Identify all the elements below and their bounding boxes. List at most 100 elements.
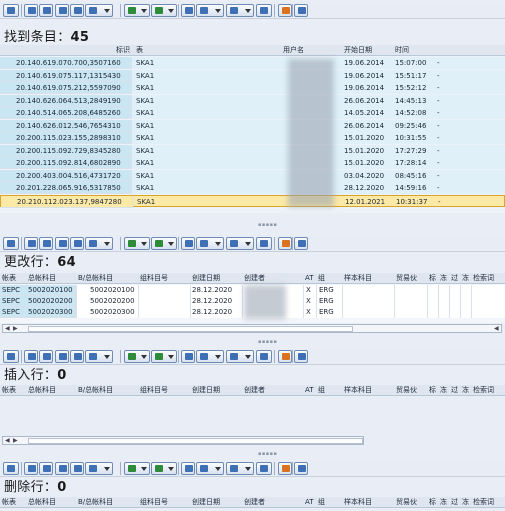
- details-button[interactable]: [3, 4, 19, 17]
- col-header[interactable]: 创建者: [244, 497, 265, 508]
- info-button[interactable]: [294, 237, 308, 250]
- layout-button[interactable]: [226, 350, 254, 363]
- grid-view-button[interactable]: [256, 4, 272, 17]
- col-header[interactable]: 贸易伙: [396, 273, 417, 284]
- scroll-end-icon[interactable]: ◀: [494, 325, 499, 333]
- table-row[interactable]: 20.140.626.012.546,7654310 SKA1 26.06.2014…: [0, 119, 505, 132]
- scroll-left-icon[interactable]: ◀: [5, 325, 10, 333]
- details-button[interactable]: [3, 350, 19, 363]
- export-button[interactable]: [196, 462, 224, 475]
- print-button[interactable]: [181, 350, 195, 363]
- col-header[interactable]: AT: [305, 385, 314, 396]
- col-header[interactable]: 组: [318, 385, 325, 396]
- col-header[interactable]: 过: [451, 385, 458, 396]
- col-header[interactable]: AT: [305, 273, 314, 284]
- find-button[interactable]: [55, 237, 69, 250]
- col-header[interactable]: 检索词: [473, 385, 494, 396]
- col-header[interactable]: 创建日期: [192, 273, 220, 284]
- col-header[interactable]: 组科目号: [140, 497, 168, 508]
- graphic-button[interactable]: [278, 350, 292, 363]
- grid-view-button[interactable]: [256, 237, 272, 250]
- table-row[interactable]: 20.200.115.092.814,6802890 SKA1 15.01.2020…: [0, 157, 505, 169]
- col-header[interactable]: 组: [318, 273, 325, 284]
- col-header[interactable]: 冻: [462, 273, 469, 284]
- scroll-left-icon[interactable]: ◀: [5, 437, 10, 445]
- col-header[interactable]: 创建者: [244, 273, 265, 284]
- splitter-2[interactable]: ▪▪▪▪▪: [0, 339, 505, 345]
- col-header-id[interactable]: 标识: [116, 45, 130, 56]
- layout-button[interactable]: [226, 237, 254, 250]
- filter-button[interactable]: [85, 237, 113, 250]
- col-header[interactable]: 总帐科目: [28, 385, 56, 396]
- sort-ascending-button[interactable]: [24, 4, 38, 17]
- col-header[interactable]: AT: [305, 497, 314, 508]
- scroll-thumb[interactable]: [28, 326, 353, 332]
- col-header[interactable]: 总帐科目: [28, 273, 56, 284]
- col-header[interactable]: 组科目号: [140, 273, 168, 284]
- grid-view-button[interactable]: [256, 462, 272, 475]
- find-button[interactable]: [55, 350, 69, 363]
- total-button[interactable]: [124, 237, 150, 250]
- col-header-user[interactable]: 用户名: [283, 45, 304, 56]
- grid-view-button[interactable]: [256, 350, 272, 363]
- col-header[interactable]: 冻: [440, 497, 447, 508]
- print-button[interactable]: [181, 462, 195, 475]
- col-header[interactable]: 组科目号: [140, 385, 168, 396]
- filter-button[interactable]: [85, 350, 113, 363]
- graphic-button[interactable]: [278, 237, 292, 250]
- details-button[interactable]: [3, 237, 19, 250]
- inserted-hscrollbar[interactable]: ◀ ▶: [2, 436, 364, 445]
- col-header[interactable]: 总帐科目: [28, 497, 56, 508]
- splitter-3[interactable]: ▪▪▪▪▪: [0, 451, 505, 457]
- find-next-button[interactable]: [70, 4, 84, 17]
- col-header[interactable]: 创建者: [244, 385, 265, 396]
- find-next-button[interactable]: [70, 237, 84, 250]
- export-button[interactable]: [196, 350, 224, 363]
- info-button[interactable]: [294, 462, 308, 475]
- subtotal-button[interactable]: [151, 237, 177, 250]
- col-header-table[interactable]: 表: [136, 45, 143, 56]
- col-header[interactable]: 过: [451, 273, 458, 284]
- splitter-1[interactable]: ▪▪▪▪▪: [0, 222, 505, 228]
- info-button[interactable]: [294, 350, 308, 363]
- table-row[interactable]: 20.201.228.065.916,5317850 SKA1 28.12.2020…: [0, 182, 505, 194]
- col-header[interactable]: 冻: [440, 385, 447, 396]
- col-header[interactable]: 创建日期: [192, 497, 220, 508]
- col-header[interactable]: 样本科目: [344, 385, 372, 396]
- col-header[interactable]: 贸易伙: [396, 385, 417, 396]
- col-header[interactable]: 组: [318, 497, 325, 508]
- layout-button[interactable]: [226, 4, 254, 17]
- col-header-start-date[interactable]: 开始日期: [344, 45, 372, 56]
- subtotal-button[interactable]: [151, 4, 177, 17]
- scroll-right-icon[interactable]: ▶: [13, 437, 18, 445]
- sort-descending-button[interactable]: [39, 237, 53, 250]
- col-header[interactable]: 标: [429, 497, 436, 508]
- sort-descending-button[interactable]: [39, 462, 53, 475]
- export-button[interactable]: [196, 237, 224, 250]
- table-row[interactable]: 20.200.403.004.516,4731720 SKA1 03.04.2020…: [0, 169, 505, 182]
- sort-descending-button[interactable]: [39, 350, 53, 363]
- col-header[interactable]: 冻: [462, 497, 469, 508]
- layout-button[interactable]: [226, 462, 254, 475]
- table-row[interactable]: 20.140.619.075.117,1315430 SKA1 19.06.2014…: [0, 69, 505, 82]
- col-header[interactable]: 冻: [440, 273, 447, 284]
- sort-ascending-button[interactable]: [24, 462, 38, 475]
- find-next-button[interactable]: [70, 462, 84, 475]
- print-button[interactable]: [181, 4, 195, 17]
- table-row[interactable]: 20.210.112.023.137,9847280 SKA1 12.01.2021…: [0, 194, 505, 208]
- col-header[interactable]: 帐表: [2, 273, 16, 284]
- col-header[interactable]: 样本科目: [344, 497, 372, 508]
- col-header[interactable]: 帐表: [2, 385, 16, 396]
- graphic-button[interactable]: [278, 4, 292, 17]
- table-row[interactable]: 20.140.619.070.700,3507160 SKA1 19.06.2014…: [0, 57, 505, 69]
- col-header[interactable]: 帐表: [2, 497, 16, 508]
- table-row[interactable]: 20.140.514.065.208,6485260 SKA1 14.05.2014…: [0, 107, 505, 119]
- sort-ascending-button[interactable]: [24, 350, 38, 363]
- export-button[interactable]: [196, 4, 224, 17]
- scroll-right-icon[interactable]: ▶: [13, 325, 18, 333]
- find-button[interactable]: [55, 4, 69, 17]
- scroll-thumb[interactable]: [28, 438, 363, 444]
- col-header[interactable]: 冻: [462, 385, 469, 396]
- col-header[interactable]: 样本科目: [344, 273, 372, 284]
- col-header[interactable]: B/总帐科目: [78, 385, 113, 396]
